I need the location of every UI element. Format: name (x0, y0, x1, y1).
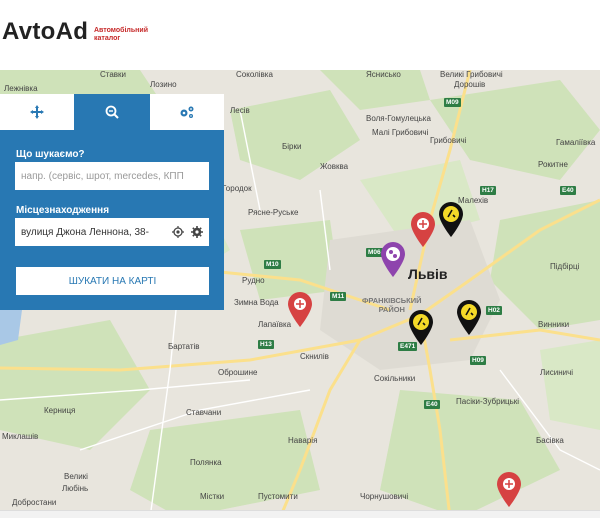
place-lezhivka: Лежнівка (4, 84, 38, 93)
place-liubin: Любінь (62, 484, 89, 493)
settings-icon (180, 106, 194, 118)
road-badge-h17: H17 (480, 186, 496, 195)
district-line1: ФРАНКІВСЬКИЙ (362, 296, 422, 305)
place-velykyi: Великі (64, 472, 88, 481)
search-panel: Що шукаємо? Місцезнаходження ШУКАТИ НА К… (0, 94, 224, 310)
move-icon (30, 105, 44, 119)
road-badge-h09: H09 (470, 356, 486, 365)
red-pin-sknyliv[interactable] (285, 290, 315, 328)
search-on-map-button[interactable]: ШУКАТИ НА КАРТІ (16, 267, 209, 295)
road-badge-e40: E40 (560, 186, 576, 195)
yellow-pin-center[interactable] (406, 308, 436, 346)
place-pasiky: Пасіки-Зубрицькі (456, 397, 520, 406)
place-lesiv: Лесів (230, 106, 250, 115)
brand-logo[interactable]: AvtoAd (2, 18, 88, 46)
location-settings-icon[interactable] (191, 226, 203, 238)
red-pin-south[interactable] (494, 470, 524, 508)
place-kernytsia: Керниця (44, 406, 76, 415)
place-lozino: Лозино (150, 80, 177, 89)
place-rudno: Рудно (242, 276, 265, 285)
what-input[interactable] (15, 162, 209, 190)
place-pustomyty: Пустомити (258, 492, 298, 501)
brand-tagline: Автомобільний каталог (94, 27, 148, 43)
place-sokilnyky: Сокільники (374, 374, 416, 383)
place-yasne: Рясне-Руське (248, 208, 299, 217)
tab-move[interactable] (0, 94, 74, 130)
tab-zoom-search[interactable] (75, 94, 149, 130)
place-stavky: Ставки (100, 70, 127, 79)
yellow-pin-north[interactable] (436, 200, 466, 238)
location-label: Місцезнаходження (16, 205, 110, 216)
place-mykolaiv: Миклашів (2, 432, 39, 441)
road-badge-m09: M09 (444, 98, 461, 107)
brand-tagline-line1: Автомобільний (94, 27, 149, 34)
place-horodok: Городок (222, 184, 252, 193)
place-sknyliv: Скнилів (300, 352, 329, 361)
map-footer-bar (0, 510, 600, 518)
road-badge-e40-south: E40 (424, 400, 440, 409)
place-mistky: Містки (200, 492, 225, 501)
place-vynnyky: Винники (538, 320, 570, 329)
red-pin-north[interactable] (408, 210, 438, 248)
place-velyki-hrybovychi: Великі Грибовичі (440, 70, 503, 79)
place-hamaliivka: Гамаліївка (556, 138, 596, 147)
place-dorosh: Дорошів (454, 80, 486, 89)
zoom-search-icon (105, 105, 119, 119)
geolocate-icon[interactable] (172, 226, 184, 238)
road-badge-m10: M10 (264, 260, 281, 269)
place-pidhirtsi: Підбірці (550, 262, 580, 271)
place-navaria: Наварія (288, 436, 318, 445)
brand-tagline-line2: каталог (94, 35, 121, 42)
header: AvtoAd Автомобільний каталог (0, 0, 600, 70)
road-badge-m11: M11 (330, 292, 347, 301)
place-stavchany: Ставчани (186, 408, 222, 417)
place-hrybovychi: Грибовичі (430, 136, 467, 145)
place-rokytne: Рокитне (538, 160, 568, 169)
place-bartativ: Бартатів (168, 342, 200, 351)
place-zhovkva: Жовква (320, 162, 349, 171)
place-chornushovychi: Чорнушовичі (360, 492, 409, 501)
place-birky: Бірки (282, 142, 302, 151)
purple-pin-center[interactable] (378, 240, 408, 278)
what-label: Що шукаємо? (16, 149, 85, 160)
yellow-pin-east[interactable] (454, 298, 484, 336)
road-badge-h02: H02 (486, 306, 502, 315)
place-mali-hrybovychi: Малі Грибовичі (372, 128, 429, 137)
tab-settings[interactable] (150, 94, 224, 130)
place-yasnyska: Яснисько (366, 70, 401, 79)
place-dobrostany: Добростани (12, 498, 57, 507)
place-lysynychi: Лисиничі (540, 368, 574, 377)
place-sokolivka: Соколівка (236, 70, 273, 79)
place-obroshyne: Оброшине (218, 368, 258, 377)
road-badge-h13: H13 (258, 340, 274, 349)
panel-tabs (0, 94, 224, 130)
place-basivka: Басівка (536, 436, 564, 445)
place-lviv: Львів (408, 266, 448, 282)
place-polianka: Полянка (190, 458, 222, 467)
place-zymna-voda: Зимна Вода (234, 298, 279, 307)
place-volia: Воля-Гомулецька (366, 114, 431, 123)
